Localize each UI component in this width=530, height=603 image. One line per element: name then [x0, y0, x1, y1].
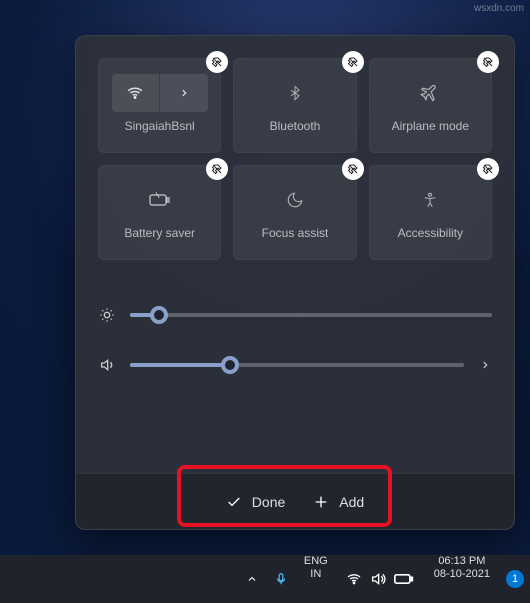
tile-accessibility[interactable]: Accessibility — [369, 165, 492, 260]
tile-wifi[interactable]: SingaiahBsnl — [98, 58, 221, 153]
tiles-grid: SingaiahBsnl Bluetooth Airplane mode — [76, 36, 514, 282]
bluetooth-icon — [287, 79, 303, 107]
tile-label: Battery saver — [124, 226, 195, 240]
quick-settings-panel: SingaiahBsnl Bluetooth Airplane mode — [75, 35, 515, 530]
battery-saver-icon — [148, 186, 172, 214]
wifi-expand[interactable] — [160, 74, 208, 112]
done-label: Done — [252, 494, 285, 510]
battery-icon — [394, 572, 414, 586]
tile-battery-saver[interactable]: Battery saver — [98, 165, 221, 260]
tile-label: SingaiahBsnl — [125, 119, 195, 133]
language-indicator[interactable]: ENGIN — [296, 555, 336, 603]
unpin-icon[interactable] — [206, 158, 228, 180]
add-label: Add — [339, 494, 364, 510]
wifi-toggle[interactable] — [112, 74, 160, 112]
tile-label: Bluetooth — [270, 119, 321, 133]
unpin-icon[interactable] — [206, 51, 228, 73]
plus-icon — [313, 494, 329, 510]
mic-icon[interactable] — [266, 555, 296, 603]
taskbar-overflow[interactable] — [238, 555, 266, 603]
volume-expand[interactable] — [478, 360, 492, 370]
clock[interactable]: 06:13 PM08-10-2021 — [424, 555, 500, 603]
volume-track[interactable] — [130, 363, 464, 367]
panel-footer: Done Add — [76, 473, 514, 529]
unpin-icon[interactable] — [477, 158, 499, 180]
tile-bluetooth[interactable]: Bluetooth — [233, 58, 356, 153]
airplane-icon — [420, 79, 440, 107]
unpin-icon[interactable] — [342, 158, 364, 180]
add-button[interactable]: Add — [313, 494, 364, 510]
brightness-track[interactable] — [130, 313, 492, 317]
brightness-slider[interactable] — [98, 290, 492, 340]
moon-icon — [286, 186, 304, 214]
done-button[interactable]: Done — [226, 494, 285, 510]
tile-label: Accessibility — [398, 226, 463, 240]
tile-airplane[interactable]: Airplane mode — [369, 58, 492, 153]
tile-label: Focus assist — [262, 226, 329, 240]
unpin-icon[interactable] — [477, 51, 499, 73]
volume-icon — [98, 357, 116, 373]
notification-badge[interactable]: 1 — [506, 570, 524, 588]
tile-label: Airplane mode — [392, 119, 469, 133]
unpin-icon[interactable] — [342, 51, 364, 73]
system-tray[interactable] — [336, 555, 424, 603]
brightness-icon — [98, 307, 116, 323]
taskbar: ENGIN 06:13 PM08-10-2021 1 — [0, 555, 530, 603]
volume-slider[interactable] — [98, 340, 492, 390]
watermark: wsxdn.com — [474, 3, 524, 14]
accessibility-icon — [421, 186, 439, 214]
tile-focus-assist[interactable]: Focus assist — [233, 165, 356, 260]
wifi-icon — [346, 571, 362, 587]
check-icon — [226, 494, 242, 510]
volume-icon — [370, 571, 386, 587]
